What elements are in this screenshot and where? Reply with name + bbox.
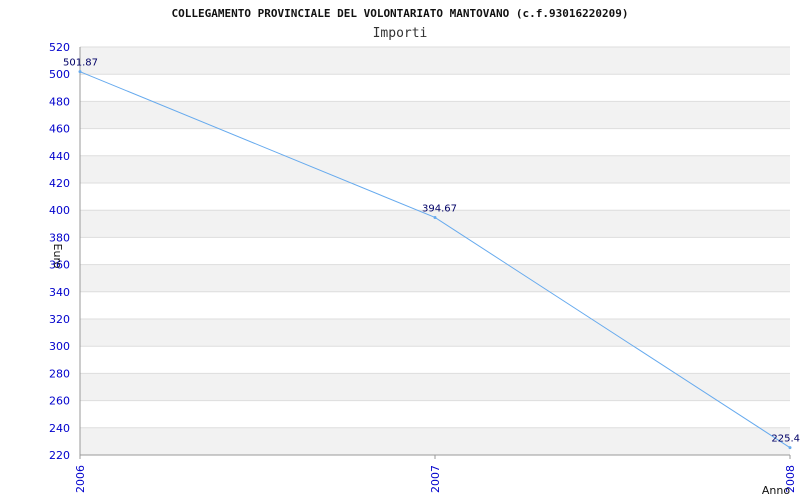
y-tick-label: 500 bbox=[49, 68, 70, 81]
y-tick-label: 260 bbox=[49, 395, 70, 408]
y-tick-label: 220 bbox=[49, 449, 70, 462]
y-tick-label: 420 bbox=[49, 177, 70, 190]
data-label: 501.87 bbox=[63, 58, 98, 69]
data-point bbox=[788, 446, 792, 450]
grid-band bbox=[80, 319, 790, 347]
y-axis-label: Euro bbox=[51, 244, 64, 269]
data-label: 225.4 bbox=[771, 434, 800, 445]
x-tick-labels: 2006 2007 2008 bbox=[74, 465, 797, 493]
y-tick-label: 480 bbox=[49, 95, 70, 108]
y-tick-label: 240 bbox=[49, 422, 70, 435]
x-tick-label: 2006 bbox=[74, 465, 87, 493]
y-tick-label: 440 bbox=[49, 150, 70, 163]
grid-band bbox=[80, 427, 790, 455]
grid-band bbox=[80, 373, 790, 401]
y-tick-label: 380 bbox=[49, 231, 70, 244]
y-tick-label: 400 bbox=[49, 204, 70, 217]
grid-bands bbox=[80, 47, 790, 455]
x-tick-label: 2007 bbox=[429, 465, 442, 493]
data-label: 394.67 bbox=[422, 203, 457, 214]
data-point bbox=[433, 215, 437, 219]
y-tick-label: 340 bbox=[49, 286, 70, 299]
x-axis-label: Anno bbox=[762, 484, 790, 497]
y-tick-label: 300 bbox=[49, 340, 70, 353]
y-tick-label: 320 bbox=[49, 313, 70, 326]
grid-band bbox=[80, 47, 790, 75]
chart-title: COLLEGAMENTO PROVINCIALE DEL VOLONTARIAT… bbox=[172, 7, 629, 20]
chart-subtitle: Importi bbox=[373, 26, 428, 41]
y-tick-label: 520 bbox=[49, 41, 70, 54]
y-tick-label: 460 bbox=[49, 123, 70, 136]
grid-band bbox=[80, 155, 790, 183]
grid-band bbox=[80, 264, 790, 292]
line-chart: 2202402602803003203403603804004204404604… bbox=[49, 7, 800, 497]
data-point bbox=[78, 70, 82, 74]
y-tick-label: 280 bbox=[49, 367, 70, 380]
